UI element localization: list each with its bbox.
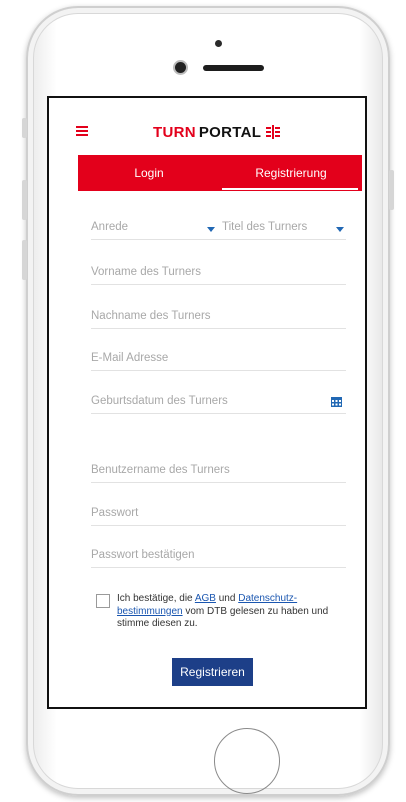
- email-input[interactable]: E-Mail Adresse: [91, 346, 346, 371]
- benutzername-input[interactable]: Benutzername des Turners: [91, 458, 346, 483]
- earpiece-speaker: [203, 65, 264, 71]
- logo-text-turn: TURN: [153, 123, 196, 141]
- menu-icon[interactable]: [76, 126, 88, 136]
- geburtsdatum-placeholder: Geburtsdatum des Turners: [91, 395, 228, 407]
- email-placeholder: E-Mail Adresse: [91, 352, 169, 364]
- active-tab-indicator: [222, 188, 358, 190]
- agb-link[interactable]: AGB: [195, 593, 216, 604]
- titel-select[interactable]: Titel des Turners: [222, 215, 346, 240]
- benutzername-placeholder: Benutzername des Turners: [91, 464, 230, 476]
- volume-up-button: [22, 180, 27, 220]
- nachname-placeholder: Nachname des Turners: [91, 310, 211, 322]
- app-screen: TURN PORTAL Login Registrierung Anrede T…: [47, 96, 367, 709]
- calendar-icon[interactable]: [331, 397, 342, 407]
- geburtsdatum-input[interactable]: Geburtsdatum des Turners: [91, 389, 346, 414]
- registrieren-button[interactable]: Registrieren: [172, 658, 253, 686]
- auth-tabs: Login Registrierung: [78, 155, 362, 191]
- tab-login[interactable]: Login: [78, 155, 220, 191]
- tab-registrierung[interactable]: Registrierung: [220, 155, 362, 191]
- passwort-placeholder: Passwort: [91, 507, 139, 519]
- titel-placeholder: Titel des Turners: [222, 221, 308, 233]
- dtb-logo-icon: [266, 125, 281, 139]
- proximity-sensor: [215, 40, 222, 47]
- front-camera: [175, 62, 186, 73]
- consent-text-middle: und: [215, 593, 239, 604]
- volume-down-button: [22, 240, 27, 280]
- nachname-input[interactable]: Nachname des Turners: [91, 304, 346, 329]
- home-button[interactable]: [214, 728, 280, 794]
- power-button: [389, 170, 394, 210]
- anrede-placeholder: Anrede: [91, 221, 129, 233]
- consent-text-before: Ich bestätige, die: [117, 593, 195, 604]
- passwort-bestaetigen-input[interactable]: Passwort bestätigen: [91, 543, 346, 568]
- mute-switch: [22, 118, 27, 138]
- vorname-placeholder: Vorname des Turners: [91, 266, 201, 278]
- consent-text: Ich bestätige, die AGB und Datenschutz-b…: [117, 593, 337, 631]
- chevron-down-icon: [207, 227, 215, 232]
- app-header: TURN PORTAL: [49, 98, 365, 154]
- logo-text-portal: PORTAL: [198, 123, 262, 141]
- chevron-down-icon: [336, 227, 344, 232]
- app-logo: TURN PORTAL: [153, 122, 281, 142]
- vorname-input[interactable]: Vorname des Turners: [91, 260, 346, 285]
- passwort-bestaetigen-placeholder: Passwort bestätigen: [91, 549, 195, 561]
- passwort-input[interactable]: Passwort: [91, 501, 346, 526]
- consent-checkbox[interactable]: [96, 594, 110, 608]
